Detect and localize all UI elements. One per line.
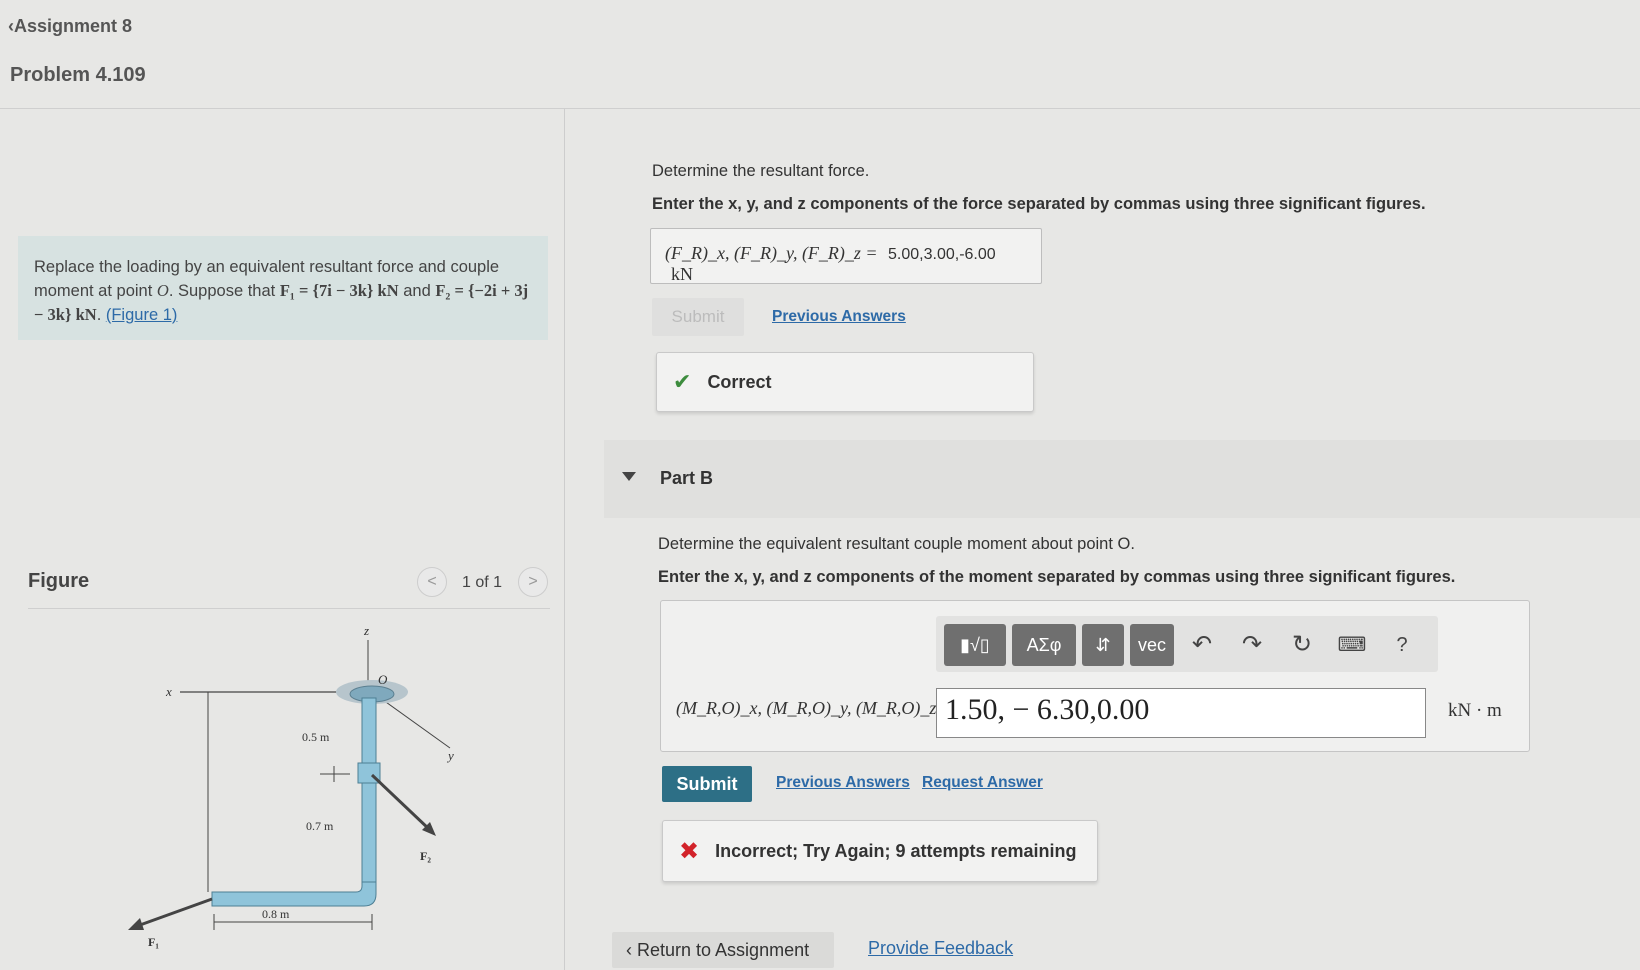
arrows-icon: ⇵ — [1095, 635, 1111, 655]
f2-label: F₂ — [420, 849, 431, 863]
part-a-previous-answers-link[interactable]: Previous Answers — [772, 308, 906, 326]
figure-title: Figure — [28, 570, 90, 592]
problem-text: . — [96, 306, 106, 324]
chevron-right-icon: > — [528, 573, 538, 590]
f1-label: F₁ — [148, 935, 159, 949]
y-label: y — [446, 748, 454, 763]
problem-statement: Replace the loading by an equivalent res… — [18, 236, 548, 340]
pipe-assembly-figure: z x y O 0.5 m 0.7 m 0.8 m F₂ F₁ — [128, 623, 454, 949]
point-label: O — [156, 281, 169, 300]
undo-icon[interactable]: ↶ — [1182, 624, 1222, 666]
part-b-label[interactable]: Part B — [660, 468, 713, 489]
x-label: x — [165, 684, 172, 699]
keyboard-icon[interactable]: ⌨ — [1332, 624, 1372, 666]
part-b-feedback: ✖ Incorrect; Try Again; 9 attempts remai… — [662, 820, 1098, 882]
part-a-feedback-text: Correct — [707, 371, 772, 392]
force-f1-arrow — [139, 897, 213, 927]
part-b-submit-button[interactable]: Submit — [662, 766, 752, 802]
part-a-answer-box: (F_R)_x, (F_R)_y, (F_R)_z = 5.00,3.00,-6… — [650, 228, 1042, 284]
part-a-unit: kN — [671, 264, 693, 284]
o-label: O — [378, 672, 388, 687]
redo-icon[interactable]: ↷ — [1232, 624, 1272, 666]
dimension-0-5m: 0.5 m — [302, 730, 330, 744]
figure-prev-button[interactable]: < — [417, 567, 447, 597]
part-b-unit: kN · m — [1448, 700, 1502, 721]
provide-feedback-link[interactable]: Provide Feedback — [868, 938, 1013, 959]
part-b-header[interactable] — [604, 440, 1640, 518]
checkmark-icon: ✔ — [673, 369, 692, 394]
header-divider — [0, 108, 1640, 109]
vector-button[interactable]: vec — [1130, 624, 1174, 666]
caret-down-icon[interactable] — [622, 472, 636, 481]
part-a-answer-label: (F_R)_x, (F_R)_y, (F_R)_z = — [665, 243, 878, 263]
greek-symbols-button[interactable]: ΑΣφ — [1012, 624, 1076, 666]
dimension-0-7m: 0.7 m — [306, 819, 334, 833]
z-label: z — [363, 623, 369, 638]
chevron-left-icon: < — [427, 573, 437, 590]
force-f1: F₁ = {7i − 3k} kN — [279, 281, 399, 300]
part-b-answer-label: (M_R,O)_x, (M_R,O)_y, (M_R,O)_z = — [676, 698, 954, 718]
back-link-label: Assignment 8 — [14, 16, 133, 36]
vertical-pipe — [361, 697, 377, 895]
column-divider — [564, 109, 565, 970]
return-to-assignment-button[interactable]: ‹ Return to Assignment — [612, 932, 834, 968]
part-a-prompt: Determine the resultant force. — [652, 162, 870, 180]
part-b-instruction: Enter the x, y, and z components of the … — [658, 568, 1456, 586]
greek-icon: ΑΣφ — [1026, 635, 1062, 655]
figure-divider — [28, 608, 550, 609]
part-b-previous-answers-link[interactable]: Previous Answers — [776, 774, 910, 792]
help-icon[interactable]: ? — [1382, 624, 1422, 666]
vec-label: vec — [1137, 635, 1166, 655]
dimension-0-8m: 0.8 m — [262, 907, 290, 921]
part-b-feedback-text: Incorrect; Try Again; 9 attempts remaini… — [715, 840, 1077, 861]
figure-counter: 1 of 1 — [462, 574, 503, 591]
horizontal-pipe — [211, 881, 377, 907]
math-toolbar: ▮√▯ ΑΣφ ⇵ vec ↶ ↷ ↻ ⌨ ? — [936, 616, 1438, 672]
page-title: Problem 4.109 — [10, 64, 146, 86]
chevron-left-icon: ‹ — [626, 940, 637, 960]
problem-text: and — [398, 282, 436, 300]
help-label: ? — [1396, 634, 1408, 656]
arrows-button[interactable]: ⇵ — [1082, 624, 1124, 666]
figure-link[interactable]: (Figure 1) — [106, 306, 178, 324]
back-to-assignment-link[interactable]: ‹Assignment 8 — [8, 16, 132, 37]
part-a-submit-button[interactable]: Submit — [652, 298, 744, 336]
force-f2-arrow — [370, 773, 432, 832]
part-a-answer-value: 5.00,3.00,-6.00 — [888, 246, 996, 263]
figure-next-button[interactable]: > — [518, 567, 548, 597]
templates-button[interactable]: ▮√▯ — [944, 624, 1006, 666]
part-a-feedback: ✔ Correct — [656, 352, 1034, 412]
force-f1-arrowhead — [128, 918, 144, 930]
x-mark-icon: ✖ — [679, 837, 700, 865]
templates-icon: ▮√▯ — [960, 635, 990, 655]
part-b-prompt: Determine the equivalent resultant coupl… — [658, 535, 1135, 553]
part-b-request-answer-link[interactable]: Request Answer — [922, 774, 1043, 792]
part-b-answer-input[interactable]: 1.50, − 6.30,0.00 — [936, 688, 1426, 738]
problem-text: . Suppose that — [168, 282, 280, 300]
reset-icon[interactable]: ↻ — [1282, 624, 1322, 666]
part-a-instruction: Enter the x, y, and z components of the … — [652, 195, 1426, 213]
return-label: Return to Assignment — [637, 940, 810, 960]
